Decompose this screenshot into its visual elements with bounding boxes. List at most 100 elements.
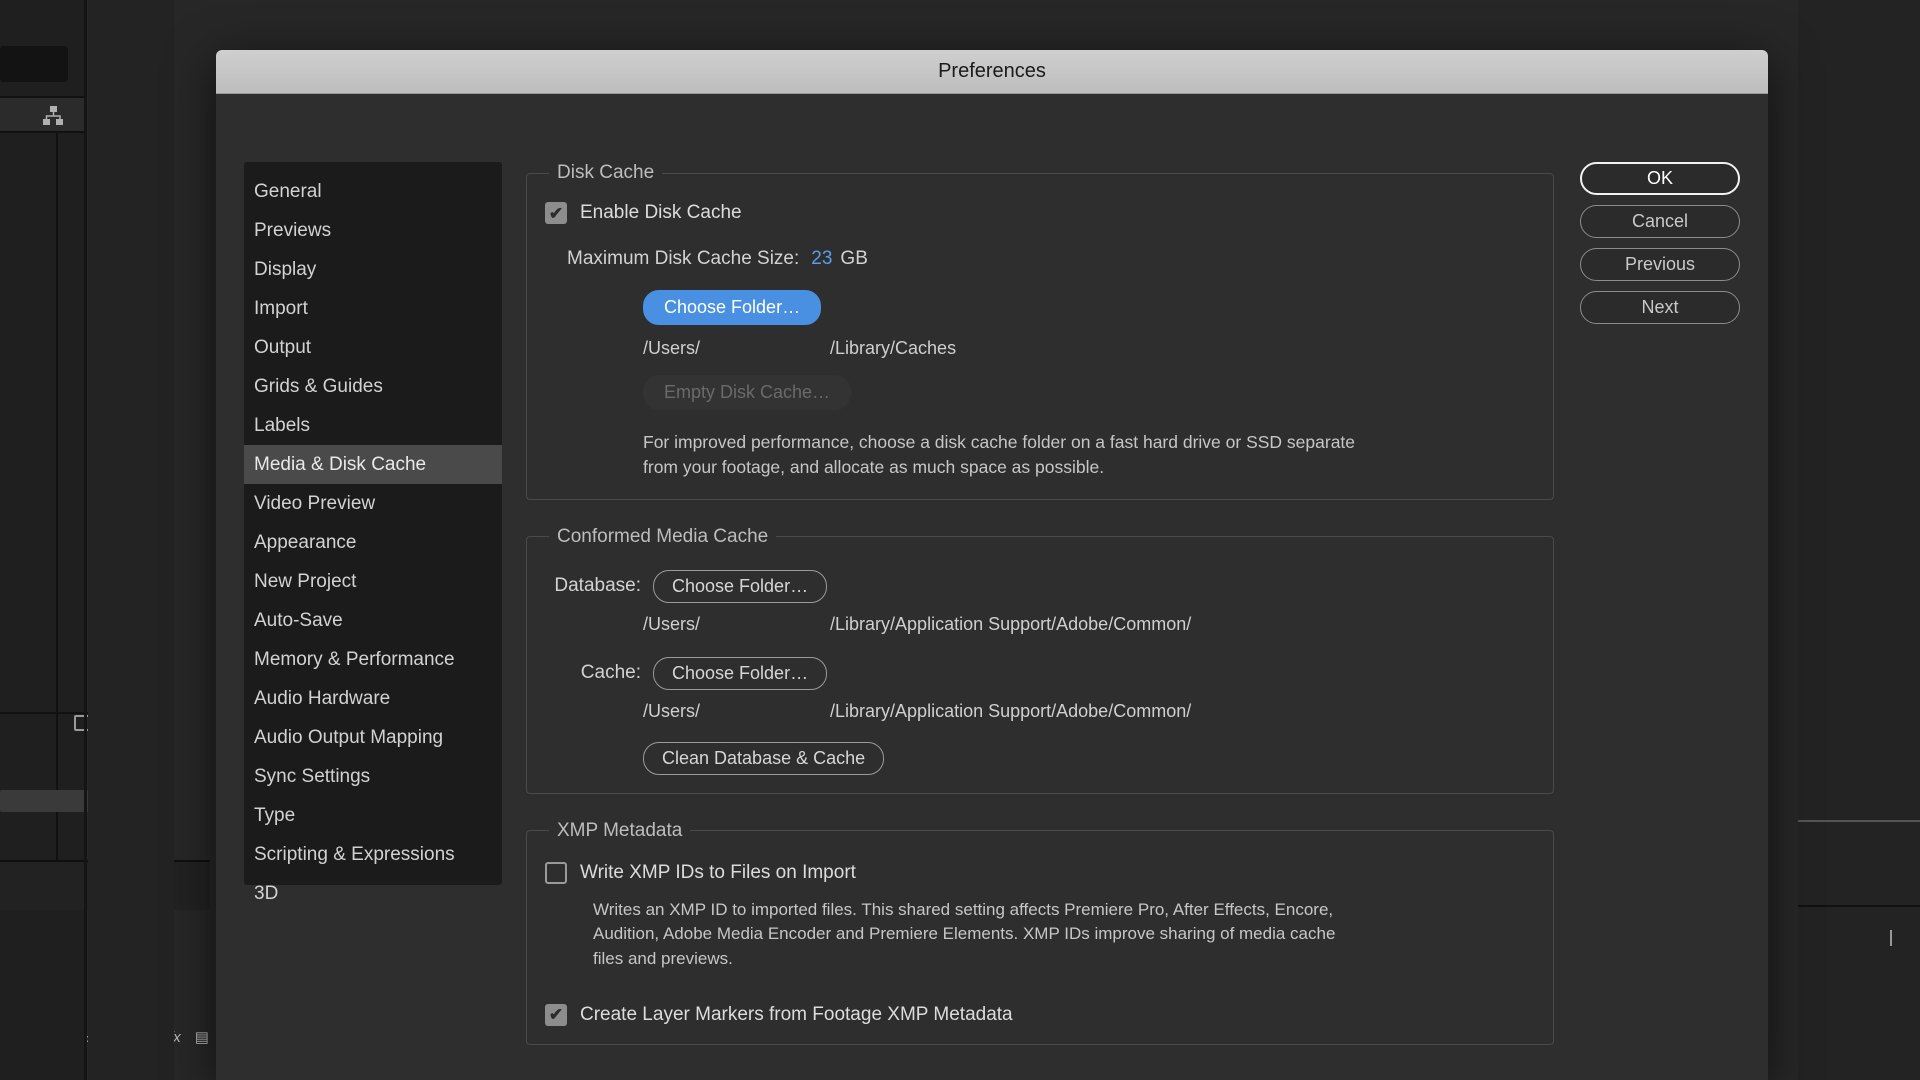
sidebar-item-label: New Project xyxy=(254,570,357,592)
enable-disk-cache-checkbox[interactable]: ✔ xyxy=(545,202,567,224)
sidebar-item-labels[interactable]: Labels xyxy=(244,406,502,445)
preferences-dialog: Preferences General Previews Display Imp… xyxy=(216,50,1768,1080)
bg-playhead-tick xyxy=(1890,930,1892,946)
sidebar-item-label: Audio Hardware xyxy=(254,687,391,709)
previous-button[interactable]: Previous xyxy=(1580,248,1740,281)
sidebar-item-label: Import xyxy=(254,297,308,319)
cache-choose-folder-button[interactable]: Choose Folder… xyxy=(653,656,828,690)
sidebar-item-label: Previews xyxy=(254,219,332,241)
write-xmp-ids-checkbox[interactable] xyxy=(545,861,567,884)
dialog-titlebar: Preferences xyxy=(216,50,1768,94)
sidebar-item-general[interactable]: General xyxy=(244,172,502,211)
max-disk-cache-size-row: Maximum Disk Cache Size: 23 GB xyxy=(567,248,1535,270)
database-choose-folder-button[interactable]: Choose Folder… xyxy=(653,569,828,603)
database-path-rest: /Library/Application Support/Adobe/Commo… xyxy=(830,613,1192,634)
sidebar-item-type[interactable]: Type xyxy=(244,796,502,835)
conformed-media-cache-legend: Conformed Media Cache xyxy=(557,525,769,547)
bg-column-separator xyxy=(56,133,58,863)
disk-cache-description: For improved performance, choose a disk … xyxy=(643,432,1356,478)
check-icon: ✔ xyxy=(548,1005,564,1025)
sidebar-item-label: General xyxy=(254,180,322,202)
max-disk-cache-size-label: Maximum Disk Cache Size: xyxy=(567,248,800,269)
max-disk-cache-size-unit: GB xyxy=(840,248,868,269)
sidebar-item-audio-output-mapping[interactable]: Audio Output Mapping xyxy=(244,718,502,757)
next-button[interactable]: Next xyxy=(1580,291,1740,324)
conformed-media-cache-group: Conformed Media Cache Database: Choose F… xyxy=(526,525,1554,794)
sidebar-item-appearance[interactable]: Appearance xyxy=(244,523,502,562)
cache-row: Cache: Choose Folder… xyxy=(545,656,1535,690)
sidebar-item-3d[interactable]: 3D xyxy=(244,874,502,913)
database-row: Database: Choose Folder… xyxy=(545,569,1535,603)
sidebar-item-audio-hardware[interactable]: Audio Hardware xyxy=(244,679,502,718)
sidebar-item-previews[interactable]: Previews xyxy=(244,211,502,250)
disk-cache-path-user: /Users/ xyxy=(643,338,701,358)
cache-label: Cache: xyxy=(580,662,641,684)
dialog-action-buttons: OK Cancel Previous Next xyxy=(1580,162,1740,334)
bg-right-panel xyxy=(1798,0,1920,1080)
bg-monitor-panel xyxy=(0,46,68,82)
disk-cache-choose-folder-row: Choose Folder… xyxy=(643,290,1535,325)
enable-disk-cache-label: Enable Disk Cache xyxy=(580,202,742,223)
sidebar-item-label: Audio Output Mapping xyxy=(254,726,444,748)
create-layer-markers-checkbox[interactable]: ✔ xyxy=(545,1003,567,1026)
xmp-metadata-group: XMP Metadata Write XMP IDs to Files on I… xyxy=(526,819,1554,1045)
write-xmp-ids-description: Writes an XMP ID to imported files. This… xyxy=(593,899,1336,969)
sidebar-item-label: Memory & Performance xyxy=(254,648,455,670)
xmp-metadata-legend: XMP Metadata xyxy=(557,819,683,841)
sidebar-item-display[interactable]: Display xyxy=(244,250,502,289)
check-icon: ✔ xyxy=(548,203,564,223)
sidebar-item-auto-save[interactable]: Auto-Save xyxy=(244,601,502,640)
sidebar-item-label: Display xyxy=(254,258,317,280)
sidebar-item-new-project[interactable]: New Project xyxy=(244,562,502,601)
graph-editor-icon: ▤ xyxy=(194,1029,209,1046)
screen: ⚏ ✳ 〰 fx ▤ Preferences General Previews … xyxy=(0,0,1920,1080)
empty-disk-cache-row: Empty Disk Cache… xyxy=(643,375,1535,410)
preferences-content: Disk Cache ✔ Enable Disk Cache Maximum D… xyxy=(526,162,1554,1071)
sidebar-item-label: Type xyxy=(254,804,296,826)
sidebar-item-label: Media & Disk Cache xyxy=(254,453,427,475)
write-xmp-ids-label: Write XMP IDs to Files on Import xyxy=(580,861,856,883)
sidebar-item-label: Auto-Save xyxy=(254,609,343,631)
sidebar-item-label: Video Preview xyxy=(254,492,376,514)
sidebar-item-label: Grids & Guides xyxy=(254,375,383,397)
disk-cache-legend: Disk Cache xyxy=(557,162,655,183)
disk-cache-group: Disk Cache ✔ Enable Disk Cache Maximum D… xyxy=(526,162,1554,500)
sidebar-item-label: Scripting & Expressions xyxy=(254,843,455,865)
database-path-row: /Users/ /Library/Application Support/Ado… xyxy=(643,614,1535,635)
disk-cache-choose-folder-button[interactable]: Choose Folder… xyxy=(643,290,822,325)
dialog-title: Preferences xyxy=(938,60,1046,82)
ok-button[interactable]: OK xyxy=(1580,162,1740,195)
bg-divider xyxy=(0,131,86,133)
write-xmp-ids-row[interactable]: Write XMP IDs to Files on Import xyxy=(545,861,1535,884)
create-layer-markers-row[interactable]: ✔ Create Layer Markers from Footage XMP … xyxy=(545,1003,1535,1026)
sidebar-item-memory-performance[interactable]: Memory & Performance xyxy=(244,640,502,679)
cache-path-row: /Users/ /Library/Application Support/Ado… xyxy=(643,701,1535,722)
cache-path-user: /Users/ xyxy=(643,700,701,721)
bg-vertical-separator xyxy=(84,0,87,1080)
enable-disk-cache-row[interactable]: ✔ Enable Disk Cache xyxy=(545,202,1535,224)
clean-database-cache-button[interactable]: Clean Database & Cache xyxy=(643,741,885,775)
preferences-category-list[interactable]: General Previews Display Import Output G… xyxy=(244,162,502,904)
sidebar-item-sync-settings[interactable]: Sync Settings xyxy=(244,757,502,796)
database-path-user: /Users/ xyxy=(643,613,701,634)
create-layer-markers-label: Create Layer Markers from Footage XMP Me… xyxy=(580,1003,1013,1025)
sidebar-item-video-preview[interactable]: Video Preview xyxy=(244,484,502,523)
disk-cache-path-rest: /Library/Caches xyxy=(830,338,957,358)
cancel-button[interactable]: Cancel xyxy=(1580,205,1740,238)
bg-middle-area xyxy=(88,0,174,1080)
sidebar-item-scripting-expressions[interactable]: Scripting & Expressions xyxy=(244,835,502,874)
empty-disk-cache-button[interactable]: Empty Disk Cache… xyxy=(643,375,852,410)
database-label: Database: xyxy=(554,575,641,597)
cache-path-rest: /Library/Application Support/Adobe/Commo… xyxy=(830,700,1192,721)
dialog-body: General Previews Display Import Output G… xyxy=(216,94,1768,1080)
sidebar-item-import[interactable]: Import xyxy=(244,289,502,328)
sidebar-item-label: Labels xyxy=(254,414,310,436)
sidebar-item-media-disk-cache[interactable]: Media & Disk Cache xyxy=(244,445,502,484)
sidebar-item-grids-guides[interactable]: Grids & Guides xyxy=(244,367,502,406)
sidebar-item-label: Sync Settings xyxy=(254,765,371,787)
max-disk-cache-size-input[interactable]: 23 xyxy=(811,248,832,270)
sidebar-item-label: 3D xyxy=(254,882,279,904)
bg-left-column xyxy=(0,0,86,1080)
sidebar-item-output[interactable]: Output xyxy=(244,328,502,367)
sidebar-item-label: Appearance xyxy=(254,531,357,553)
